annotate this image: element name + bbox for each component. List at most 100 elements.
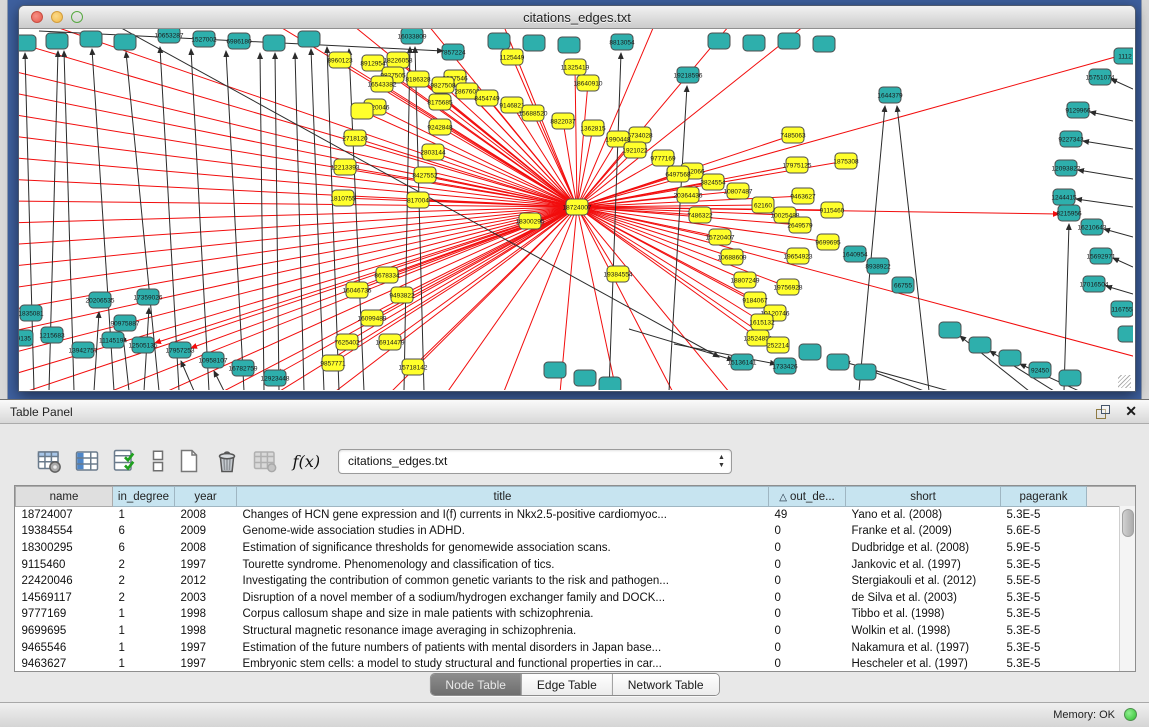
table-cell[interactable]: 0 [769,523,846,540]
graph-node[interactable]: 12213393 [331,159,360,175]
graph-node[interactable]: 8678334 [374,267,400,283]
graph-node[interactable]: 15718142 [399,359,428,375]
table-scrollbar-thumb[interactable] [1122,509,1134,537]
table-cell[interactable]: Yano et al. (2008) [846,507,1001,524]
graph-node[interactable] [999,350,1021,366]
column-header-year[interactable]: year [175,487,237,507]
table-cell[interactable]: 1 [113,623,175,640]
table-cell[interactable]: Disruption of a novel member of a sodium… [237,589,769,606]
graph-node[interactable]: 66755 [892,277,914,293]
table-cell[interactable]: 2008 [175,540,237,557]
table-row[interactable]: 1872400712008Changes of HCN gene express… [16,507,1136,524]
graph-node[interactable]: 13942757 [69,342,98,358]
citation-edge-black[interactable] [674,344,776,364]
graph-node[interactable]: 9129966 [1065,102,1091,118]
graph-node[interactable]: 10653287 [155,29,184,43]
tab-edge-table[interactable]: Edge Table [521,674,612,695]
graph-node[interactable] [599,377,621,390]
graph-node[interactable]: 817004 [407,192,429,208]
graph-node[interactable]: 16543382 [368,76,397,92]
graph-node[interactable]: 12923448 [261,370,290,386]
graph-node[interactable] [488,33,510,49]
table-cell[interactable]: Embryonic stem cells: a model to study s… [237,656,769,672]
table-cell[interactable]: 2012 [175,573,237,590]
table-cell[interactable]: Franke et al. (2009) [846,523,1001,540]
graph-node[interactable]: 8813054 [609,34,635,50]
table-cell[interactable]: de Silva et al. (2003) [846,589,1001,606]
graph-node[interactable]: 1527002 [191,31,217,47]
graph-node[interactable]: 6497568 [665,166,691,182]
table-row[interactable]: 969969511998Structural magnetic resonanc… [16,623,1136,640]
citation-edge-black[interactable] [871,371,924,390]
graph-node[interactable] [80,31,102,47]
table-cell[interactable]: 0 [769,639,846,656]
table-cell[interactable]: 0 [769,556,846,573]
graph-node[interactable]: 17359026 [134,289,163,305]
graph-node[interactable]: 12093822 [1052,160,1081,176]
graph-node[interactable]: 15136141 [728,354,757,370]
table-row[interactable]: 1456911722003Disruption of a novel membe… [16,589,1136,606]
tab-node-table[interactable]: Node Table [430,674,521,695]
graph-node[interactable]: 8960123 [327,52,353,68]
graph-node[interactable] [523,35,545,51]
graph-node[interactable] [558,37,580,53]
graph-node[interactable]: 1810755 [330,190,356,206]
table-cell[interactable]: 2 [113,556,175,573]
graph-node[interactable]: 1921022 [622,142,648,158]
column-header-name[interactable]: name [16,487,113,507]
graph-node[interactable]: 3824554 [700,174,726,190]
table-cell[interactable]: 5.5E-5 [1001,573,1087,590]
table-row[interactable]: 946362711997Embryonic stem cells: a mode… [16,656,1136,672]
graph-node[interactable]: 1733426 [772,358,798,374]
graph-node[interactable] [743,35,765,51]
table-cell[interactable]: 1998 [175,606,237,623]
graph-node[interactable] [1118,326,1133,342]
graph-node[interactable]: 18640910 [574,75,603,91]
graph-node[interactable]: 39135 [19,330,33,346]
graph-node[interactable] [708,33,730,49]
graph-node[interactable]: 8175685 [427,94,453,110]
graph-node[interactable]: 1644379 [877,87,903,103]
graph-node[interactable] [46,33,68,49]
citation-edge-red[interactable] [577,207,618,274]
window-titlebar[interactable]: citations_edges.txt [19,6,1135,29]
select-columns-button[interactable] [74,448,100,474]
table-cell[interactable]: 1997 [175,639,237,656]
graph-node[interactable]: 10958107 [199,352,228,368]
table-cell[interactable]: 5.9E-5 [1001,540,1087,557]
graph-node[interactable]: 1640954 [842,246,868,262]
table-cell[interactable]: Hescheler et al. (1997) [846,656,1001,672]
column-header-pagerank[interactable]: pagerank [1001,487,1087,507]
column-header-short[interactable]: short [846,487,1001,507]
table-cell[interactable]: 18724007 [16,507,113,524]
graph-node[interactable] [574,370,596,386]
citation-edge-black[interactable] [1078,170,1133,179]
graph-node[interactable]: 9857771 [320,355,346,371]
graph-node[interactable]: 10688609 [718,249,747,265]
citation-edge-red[interactable] [577,128,593,207]
citation-edge-black[interactable] [295,53,304,390]
table-cell[interactable]: Genome-wide association studies in ADHD. [237,523,769,540]
table-cell[interactable]: 14569117 [16,589,113,606]
citation-edge-black[interactable] [1076,199,1133,207]
graph-node[interactable]: 16033809 [398,29,427,44]
table-cell[interactable]: Stergiakouli et al. (2012) [846,573,1001,590]
graph-node[interactable] [939,322,961,338]
table-cell[interactable]: 22420046 [16,573,113,590]
table-scrollbar[interactable] [1119,506,1135,671]
table-cell[interactable]: 5.3E-5 [1001,656,1087,672]
table-cell[interactable]: 5.3E-5 [1001,556,1087,573]
table-cell[interactable]: 9115460 [16,556,113,573]
table-cell[interactable]: 2003 [175,589,237,606]
graph-node[interactable] [778,33,800,49]
citation-edge-black[interactable] [1083,141,1133,149]
graph-node[interactable]: 6734028 [627,127,653,143]
table-cell[interactable]: Investigating the contribution of common… [237,573,769,590]
graph-node[interactable]: 9227343 [1058,131,1084,147]
table-cell[interactable]: Wolkin et al. (1998) [846,623,1001,640]
graph-node[interactable]: 1244415 [1051,189,1077,205]
graph-node[interactable] [114,34,136,50]
table-cell[interactable]: 5.3E-5 [1001,507,1087,524]
graph-node[interactable] [827,354,849,370]
graph-node[interactable]: 9777169 [650,150,676,166]
